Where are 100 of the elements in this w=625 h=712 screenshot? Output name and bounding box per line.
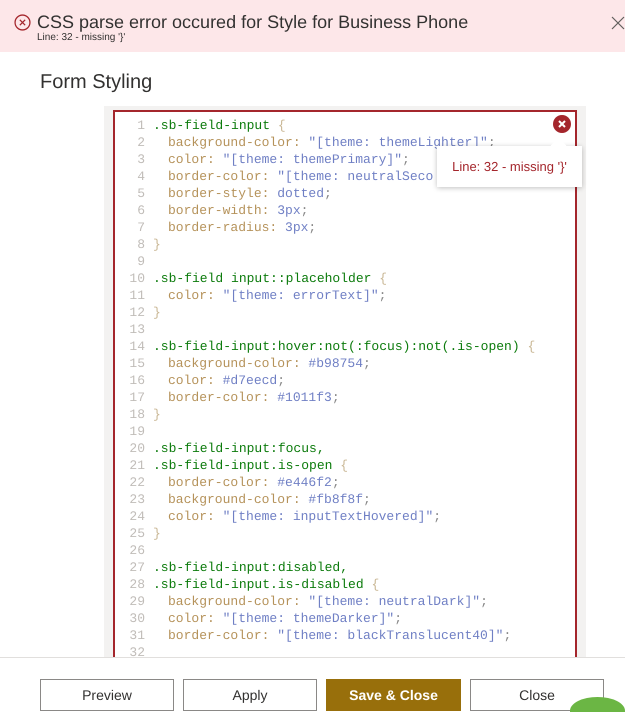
brace: { [379,270,388,287]
line-number: 4 [136,168,145,185]
semicolon: ; [503,627,512,644]
line-number: 8 [136,236,145,253]
brace: } [153,525,161,542]
line-number: 31 [128,627,145,644]
css-value: "[theme: neutralSeco [277,168,434,185]
line-number: 27 [128,559,145,576]
brace: } [153,406,161,423]
css-property: border-color: [168,168,270,185]
css-value: "[theme: themeDarker]" [222,610,394,627]
banner-title: CSS parse error occured for Style for Business Phone [37,12,468,32]
brace: { [278,117,286,134]
line-number: 18 [128,406,145,423]
css-property: border-style: [168,185,270,202]
semicolon: ; [378,287,386,304]
line-number: 30 [128,610,145,627]
css-selector: .sb-field-input.is-open [153,457,332,474]
css-property: color: [168,372,215,389]
line-number: 6 [136,202,145,219]
banner-message: Line: 32 - missing '}' [37,32,126,44]
line-number: 5 [136,185,145,202]
css-value: "[theme: errorText]" [222,287,379,304]
css-property: background-color: [168,491,301,508]
css-value: "[theme: blackTranslucent40]" [277,627,504,644]
tooltip-text: Line: 32 - missing '}' [452,158,567,176]
css-value: #e446f2 [277,474,332,491]
css-property: background-color: [168,134,301,151]
semicolon: ; [332,389,340,406]
css-selector: .sb-field-input.is-disabled [153,576,364,593]
line-number: 21 [128,457,145,474]
brace: { [340,457,348,474]
line-number: 19 [128,423,145,440]
line-number: 3 [136,151,145,168]
line-number: 15 [128,355,145,372]
css-selector: .sb-field-input:hover:not(:focus):not(.is-open) [153,338,520,355]
dialog-button[interactable]: Preview [40,679,174,711]
css-value: 3px [285,219,308,236]
line-number: 25 [128,525,145,542]
brace: { [371,576,380,593]
css-property: border-color: [168,389,270,406]
css-property: background-color: [168,593,301,610]
line-number: 16 [128,372,145,389]
line-number: 9 [136,253,145,270]
css-property: border-width: [168,202,270,219]
semicolon: ; [300,202,308,219]
line-number: 1 [136,117,145,134]
css-selector: .sb-field-input:disabled, [153,559,348,576]
css-value: #d7eecd [222,372,278,389]
css-value: "[theme: inputTextHovered]" [222,508,434,525]
line-number: 14 [128,338,145,355]
css-selector: .sb-field-input [153,117,270,134]
css-property: color: [168,508,215,525]
code-editor[interactable] [113,110,577,657]
line-number: 17 [128,389,145,406]
line-number: 13 [128,321,145,338]
css-property: color: [168,151,215,168]
css-property: background-color: [168,355,301,372]
semicolon: ; [480,593,488,610]
brace: } [153,236,161,253]
semicolon: ; [324,185,332,202]
dialog-button[interactable]: Apply [183,679,317,711]
semicolon: ; [363,491,371,508]
dialog-button[interactable]: Close [470,679,604,711]
close-icon[interactable] [611,16,625,30]
semicolon: ; [277,372,286,389]
line-number: 28 [128,576,145,593]
section-heading: Form Styling [40,70,154,94]
line-number: 29 [128,593,145,610]
css-selector: .sb-field input::placeholder [153,270,372,287]
semicolon: ; [402,151,410,168]
line-number: 22 [128,474,145,491]
brace: } [153,304,161,321]
css-value: dotted [277,185,324,202]
css-property: border-color: [168,627,270,644]
css-value: 3px [277,202,301,219]
css-property: color: [168,610,215,627]
line-number: 20 [128,440,145,457]
line-number: 26 [128,542,145,559]
css-value: "[theme: neutralDark]" [308,593,480,610]
line-number: 7 [136,219,145,236]
css-value: #fb8f8f [308,491,364,508]
line-number: 10 [128,270,145,287]
brace: { [527,338,536,355]
css-value: "[theme: themePrimary]" [222,151,402,168]
line-number: 2 [136,134,145,151]
css-value: #1011f3 [277,389,332,406]
line-number: 24 [128,508,145,525]
css-property: color: [168,287,215,304]
line-number: 12 [128,304,145,321]
semicolon: ; [308,219,316,236]
css-property: border-radius: [168,219,278,236]
semicolon: ; [332,474,340,491]
line-number: 32 [128,644,145,657]
semicolon: ; [394,610,402,627]
css-selector: .sb-field-input:focus, [153,440,325,457]
css-value: #b98754 [308,355,364,372]
css-value: "[theme: themeLighter]" [308,134,488,151]
save-close-button[interactable]: Save & Close [326,679,461,711]
line-number: 23 [128,491,145,508]
